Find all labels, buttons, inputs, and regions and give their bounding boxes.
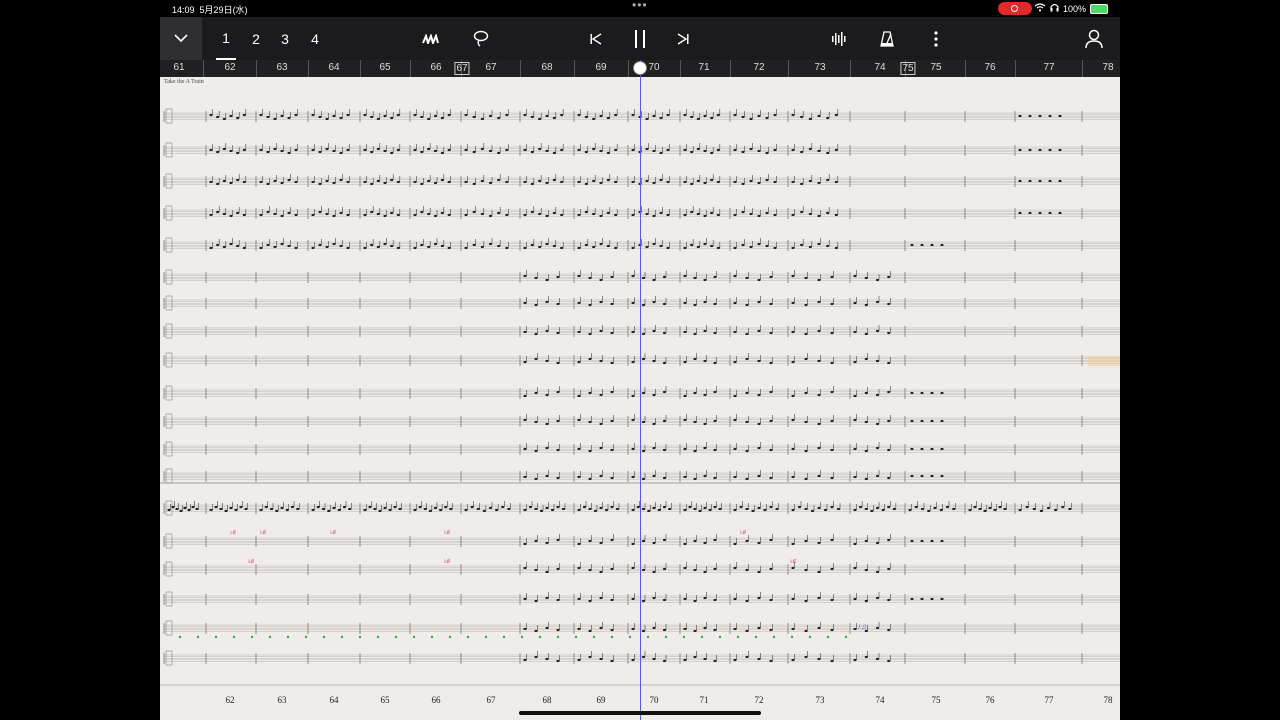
bottom-measure-number: 71 [699, 695, 709, 705]
rehearsal-mark[interactable]: 75 [900, 62, 916, 75]
ruler-measure[interactable]: 64 [328, 62, 339, 73]
multitasking-dots-icon[interactable]: ••• [632, 0, 648, 12]
mixer-icon[interactable] [420, 17, 442, 60]
page-tab-2[interactable]: 2 [246, 17, 266, 60]
svg-text:♭♯: ♭♯ [444, 529, 450, 536]
bottom-measure-number: 77 [1044, 695, 1054, 705]
bottom-measure-number: 66 [431, 695, 441, 705]
bottom-measure-number: 69 [596, 695, 606, 705]
ruler-measure[interactable]: 77 [1043, 62, 1054, 73]
metronome-icon[interactable] [876, 17, 898, 60]
page-tab-3[interactable]: 3 [275, 17, 295, 60]
ruler-tick [574, 60, 575, 77]
more-icon[interactable] [926, 17, 946, 60]
ruler-measure[interactable]: 68 [541, 62, 552, 73]
svg-text:♭♯: ♭♯ [790, 558, 796, 565]
record-indicator-icon[interactable] [998, 2, 1032, 15]
ruler-measure[interactable]: 71 [698, 62, 709, 73]
ruler-tick [203, 60, 204, 77]
bottom-measure-number: 65 [380, 695, 390, 705]
svg-text:♭♯: ♭♯ [248, 558, 254, 565]
playhead-handle[interactable] [633, 61, 647, 75]
ruler-measure[interactable]: 69 [595, 62, 606, 73]
ruler-measure[interactable]: 66 [430, 62, 441, 73]
pause-icon[interactable] [630, 17, 650, 60]
ruler-tick [256, 60, 257, 77]
bottom-measure-number: 64 [329, 695, 339, 705]
bottom-measure-number: 76 [985, 695, 995, 705]
rehearsal-mark[interactable]: 67 [454, 62, 470, 75]
svg-text:♪♫: ♪♫ [857, 622, 867, 631]
ruler-measure[interactable]: 76 [984, 62, 995, 73]
ruler-measure[interactable]: 75 [930, 62, 941, 73]
ruler-tick [680, 60, 681, 77]
waveform-icon[interactable] [828, 17, 850, 60]
ruler-tick [410, 60, 411, 77]
page-tab-1[interactable]: 1 [216, 17, 236, 60]
ruler-measure[interactable]: 74 [874, 62, 885, 73]
ruler-measure[interactable]: 67 [485, 62, 496, 73]
bottom-measure-number: 73 [815, 695, 825, 705]
headphones-icon [1050, 3, 1059, 14]
bottom-measure-number: 62 [225, 695, 235, 705]
ruler-tick [788, 60, 789, 77]
bottom-measure-number: 75 [931, 695, 941, 705]
playhead[interactable] [640, 60, 641, 720]
ruler-measure[interactable]: 73 [814, 62, 825, 73]
bottom-measure-number: 78 [1103, 695, 1113, 705]
bottom-measure-number: 68 [542, 695, 552, 705]
bottom-measure-number: 70 [649, 695, 659, 705]
ruler-tick [628, 60, 629, 77]
status-right: 100% [1034, 3, 1108, 14]
home-indicator[interactable] [519, 711, 761, 715]
skip-back-icon[interactable] [586, 17, 606, 60]
ruler-measure[interactable]: 72 [753, 62, 764, 73]
ruler-measure[interactable]: 65 [379, 62, 390, 73]
svg-text:♭♯: ♭♯ [444, 558, 450, 565]
svg-text:♭♯: ♭♯ [260, 529, 266, 536]
wifi-icon [1034, 3, 1046, 14]
status-time: 14:09 5月29日(水) [172, 5, 248, 15]
bottom-measure-number: 72 [754, 695, 764, 705]
ruler-tick [965, 60, 966, 77]
account-icon[interactable] [1082, 17, 1106, 60]
bottom-measure-number: 74 [875, 695, 885, 705]
ruler-measure[interactable]: 63 [276, 62, 287, 73]
chevron-down-icon[interactable] [160, 17, 202, 60]
bottom-measure-number: 63 [277, 695, 287, 705]
battery-percent: 100% [1062, 3, 1086, 14]
ruler-tick [360, 60, 361, 77]
svg-text:♭♯: ♭♯ [230, 529, 236, 536]
ruler-measure[interactable]: 78 [1102, 62, 1113, 73]
ruler-tick [730, 60, 731, 77]
ruler-measure[interactable]: 62 [224, 62, 235, 73]
ruler-tick [1015, 60, 1016, 77]
bottom-measure-number: 67 [486, 695, 496, 705]
status-bar: 14:09 5月29日(水) ••• 100% [160, 0, 1120, 17]
skip-forward-icon[interactable] [673, 17, 693, 60]
ruler-measure-current[interactable]: 70 [648, 62, 659, 73]
ruler-measure[interactable]: 61 [173, 62, 184, 73]
lasso-icon[interactable] [470, 17, 492, 60]
ruler-tick [520, 60, 521, 77]
toolbar: 1 2 3 4 [160, 17, 1120, 60]
page-tab-4[interactable]: 4 [305, 17, 325, 60]
ruler-tick [308, 60, 309, 77]
ruler-tick [1082, 60, 1083, 77]
ruler-tick [850, 60, 851, 77]
battery-icon [1090, 3, 1108, 14]
svg-text:♭♯: ♭♯ [330, 529, 336, 536]
svg-text:♭♯: ♭♯ [740, 529, 746, 536]
